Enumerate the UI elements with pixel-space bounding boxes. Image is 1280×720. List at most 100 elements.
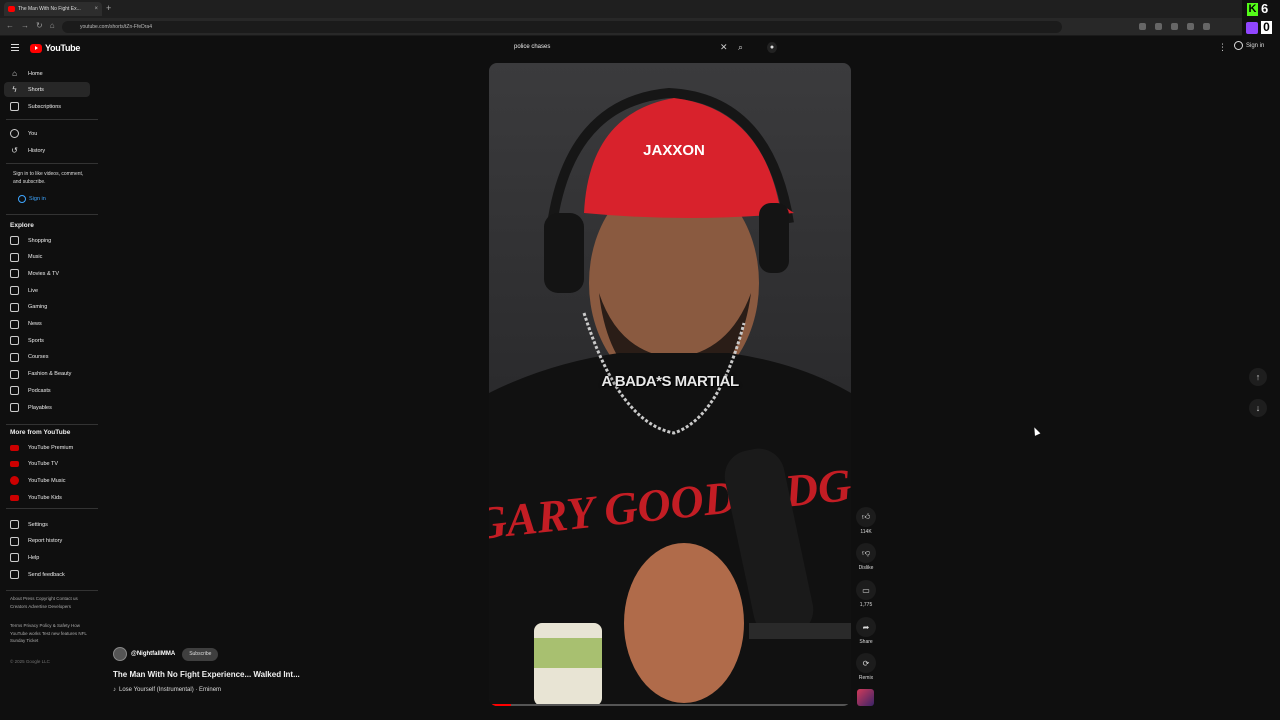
footer-links-primary[interactable]: About Press Copyright Contact us Creator…	[10, 595, 96, 610]
sidebar-item-sports[interactable]: Sports	[4, 333, 90, 348]
dislike-button[interactable]: 👎︎ Dislike	[855, 543, 877, 571]
sidebar-item-label: Playables	[28, 404, 52, 411]
sidebar-item-youtube-music[interactable]: YouTube Music	[4, 473, 90, 488]
search-icon[interactable]: ⌕	[738, 42, 743, 53]
sidebar-item-label: Shorts	[28, 86, 44, 93]
close-tab-icon[interactable]: ×	[94, 6, 98, 12]
sidebar-item-courses[interactable]: Courses	[4, 350, 90, 365]
sidebar-item-subscriptions[interactable]: Subscriptions	[4, 99, 90, 114]
sidebar-item-shopping[interactable]: Shopping	[4, 233, 90, 248]
sidebar-item-flag[interactable]: Report history	[4, 534, 90, 549]
extension-icon[interactable]	[1171, 23, 1178, 30]
sidebar-item-label: Gaming	[28, 304, 48, 311]
sports-icon	[10, 336, 19, 346]
clear-search-icon[interactable]: ✕	[720, 42, 728, 53]
arrow-up-icon: ↑	[1255, 372, 1261, 382]
sidebar-item-label: Subscriptions	[28, 103, 62, 110]
copyright: © 2025 Google LLC	[10, 659, 50, 664]
shorts-video-player[interactable]: JAXXON GARY GOODRIDGE A BADA*S MARTIAL	[489, 63, 851, 706]
sidebar-item-label: Help	[28, 554, 40, 561]
shorts-icon: ϟ	[12, 85, 17, 94]
new-tab-icon[interactable]: +	[106, 3, 111, 13]
sidebar-item-youtube-premium[interactable]: YouTube Premium	[4, 440, 90, 455]
extension-icon[interactable]	[1139, 23, 1146, 30]
sidebar-item-news[interactable]: News	[4, 317, 90, 332]
sidebar-item-history[interactable]: ↺ History	[4, 143, 90, 158]
sidebar-item-fashion[interactable]: Fashion & Beauty	[4, 367, 90, 382]
sidebar-item-youtube-tv[interactable]: YouTube TV	[4, 457, 90, 472]
sidebar-item-label: Live	[28, 287, 39, 294]
sidebar-item-podcasts[interactable]: Podcasts	[4, 383, 90, 398]
address-bar-row: ← → ↻ ⌂ youtube.com/shorts/tZn-FfeDra4	[0, 18, 1280, 36]
previous-short-button[interactable]: ↑	[1249, 368, 1267, 386]
sidebar-item-label: Courses	[28, 354, 49, 361]
subscribe-button[interactable]: Subscribe	[182, 647, 219, 661]
like-button[interactable]: 👍︎ 114K	[855, 507, 877, 535]
channel-handle[interactable]: @NightfallMMA	[131, 651, 175, 657]
microphone-icon[interactable]: ●	[767, 42, 777, 53]
sidebar-item-shorts[interactable]: ϟ Shorts	[4, 82, 90, 97]
video-title[interactable]: The Man With No Fight Experience... Walk…	[113, 670, 300, 679]
youtube-premium-icon	[10, 444, 19, 451]
comments-button[interactable]: ▭ 1,775	[855, 580, 877, 608]
share-button[interactable]: ➦ Share	[855, 617, 877, 645]
extension-icons	[1139, 23, 1210, 30]
sidebar-item-feedback[interactable]: Send feedback	[4, 567, 90, 582]
menu-icon[interactable]	[11, 44, 19, 51]
sidebar-item-music[interactable]: Music	[4, 250, 90, 265]
footer-links-secondary[interactable]: Terms Privacy Policy & Safety How YouTub…	[10, 622, 96, 645]
remix-label: Remix	[858, 675, 874, 681]
sidebar-item-live[interactable]: Live	[4, 283, 90, 298]
browser-tab-bar: The Man With No Fight Ex... × +	[0, 0, 1280, 18]
music-track[interactable]: ♪ Lose Yourself (Instrumental) · Eminem	[113, 687, 221, 693]
sidebar-divider	[6, 424, 98, 425]
sidebar-item-label: Music	[28, 254, 43, 261]
search-input[interactable]: police chases	[514, 44, 550, 50]
home-browser-icon[interactable]: ⌂	[50, 21, 55, 30]
music-track-label: Lose Yourself (Instrumental) · Eminem	[119, 687, 222, 693]
sidebar-item-help[interactable]: Help	[4, 550, 90, 565]
channel-avatar[interactable]	[113, 647, 127, 661]
search-box[interactable]: police chases ✕	[506, 40, 736, 55]
browser-tab[interactable]: The Man With No Fight Ex... ×	[4, 2, 102, 16]
sidebar-item-youtube-kids[interactable]: YouTube Kids	[4, 490, 90, 505]
sidebar-item-label: YouTube Music	[28, 477, 66, 484]
sidebar-item-label: YouTube Kids	[28, 494, 62, 501]
courses-icon	[10, 352, 19, 362]
sound-thumbnail[interactable]	[857, 689, 874, 706]
back-icon[interactable]: ←	[6, 21, 14, 30]
video-progress-bar[interactable]	[489, 704, 851, 706]
comment-count: 1,775	[859, 602, 873, 608]
account-icon	[18, 195, 26, 203]
next-short-button[interactable]: ↓	[1249, 399, 1267, 417]
extension-icon[interactable]	[1203, 23, 1210, 30]
sidebar-item-home[interactable]: ⌂ Home	[4, 66, 90, 81]
url-field[interactable]: youtube.com/shorts/tZn-FfeDra4	[62, 21, 1062, 33]
forward-icon[interactable]: →	[21, 21, 29, 30]
cap-text: JAXXON	[643, 142, 705, 159]
sign-in-button[interactable]: Sign in	[1234, 41, 1264, 50]
can-label	[534, 638, 602, 668]
more-options-icon[interactable]: ⋮	[1218, 42, 1227, 53]
arrow-down-icon: ↓	[1255, 403, 1261, 413]
remix-button[interactable]: ⟳ Remix	[855, 653, 877, 681]
sidebar-item-gear[interactable]: Settings	[4, 517, 90, 532]
youtube-logo[interactable]: YouTube	[30, 43, 80, 53]
sidebar-item-playables[interactable]: Playables	[4, 400, 90, 415]
video-progress-fill	[489, 704, 511, 706]
extension-icon[interactable]	[1155, 23, 1162, 30]
twitch-icon	[1246, 22, 1258, 34]
kick-count: 6	[1261, 1, 1269, 16]
sidebar-item-movies[interactable]: Movies & TV	[4, 266, 90, 281]
subscriptions-icon	[10, 102, 19, 111]
kick-icon: K	[1247, 3, 1258, 16]
sidebar-sign-in-button[interactable]: Sign in	[14, 193, 50, 205]
sidebar-divider	[6, 119, 98, 120]
sidebar-item-you[interactable]: You	[4, 126, 90, 141]
music-note-icon: ♪	[113, 687, 116, 693]
sidebar-item-gaming[interactable]: Gaming	[4, 300, 90, 315]
reload-icon[interactable]: ↻	[36, 21, 43, 30]
extension-icon[interactable]	[1187, 23, 1194, 30]
share-icon: ➦	[856, 617, 876, 637]
like-count: 114K	[860, 529, 872, 535]
